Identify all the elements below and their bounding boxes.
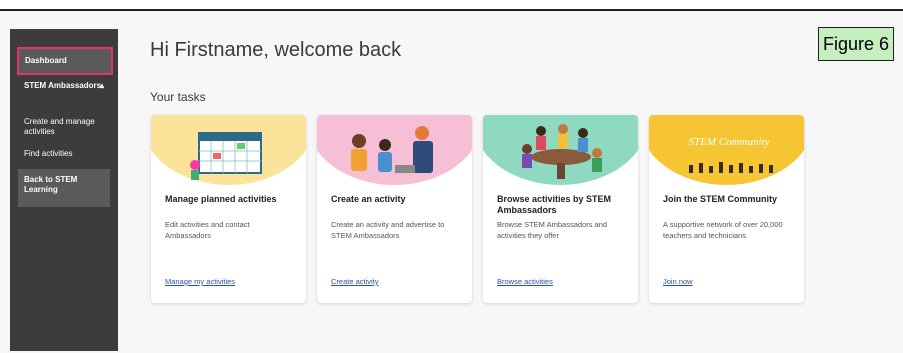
card-title: Manage planned activities	[165, 194, 277, 204]
card-illustration	[317, 115, 472, 185]
join-now-link[interactable]: Join now	[663, 277, 693, 286]
card-description: Create an activity and advertise to STEM…	[331, 220, 445, 240]
card-description: Edit activities and contact Ambassadors	[165, 220, 250, 240]
card-illustration	[483, 115, 638, 185]
sidebar-item-label: STEM Ambassadors	[24, 81, 102, 90]
card-title: Join the STEM Community	[663, 194, 778, 204]
sidebar-item-find-activities[interactable]: Find activities	[18, 149, 110, 159]
sidebar-item-label: Back to STEM Learning	[24, 175, 78, 194]
community-logo-text: STEM Community	[689, 136, 770, 148]
chevron-up-icon: ▴	[99, 81, 104, 90]
card-title: Browse activities by STEM Ambassadors	[497, 194, 612, 215]
task-card-manage[interactable]: Manage planned activities Edit activitie…	[151, 115, 306, 303]
create-activity-link[interactable]: Create activity	[331, 277, 379, 286]
sidebar-item-back-to-stem[interactable]: Back to STEM Learning	[18, 169, 110, 207]
sidebar-item-label: Find activities	[24, 149, 73, 158]
sidebar: Dashboard STEM Ambassadors ▴ Create and …	[10, 29, 118, 351]
task-card-create[interactable]: Create an activity Create an activity an…	[317, 115, 472, 303]
sidebar-item-label: Create and manage activities	[24, 117, 95, 136]
card-illustration	[151, 115, 306, 185]
task-card-browse[interactable]: Browse activities by STEM Ambassadors Br…	[483, 115, 638, 303]
sidebar-item-create-manage[interactable]: Create and manage activities	[18, 117, 110, 137]
card-title: Create an activity	[331, 194, 406, 204]
card-description: Browse STEM Ambassadors and activities t…	[497, 220, 608, 240]
page-title: Hi Firstname, welcome back	[150, 39, 402, 61]
sidebar-item-stem-ambassadors[interactable]: STEM Ambassadors ▴	[18, 81, 110, 91]
group-table-illustration	[522, 124, 602, 179]
calendar-illustration	[190, 132, 262, 180]
manage-activities-link[interactable]: Manage my activities	[165, 277, 235, 286]
browse-activities-link[interactable]: Browse activities	[497, 277, 553, 286]
sidebar-item-label: Dashboard	[25, 56, 67, 65]
community-logo-illustration: STEM Community	[689, 136, 773, 173]
card-illustration: STEM Community	[649, 115, 804, 185]
task-card-community[interactable]: STEM Community Join the STEM Community A…	[649, 115, 804, 303]
tasks-heading: Your tasks	[150, 90, 206, 104]
sidebar-item-dashboard[interactable]: Dashboard	[17, 47, 113, 75]
people-illustration	[351, 126, 433, 173]
card-description: A supportive network of over 20,000 teac…	[663, 220, 783, 240]
figure-label: Figure 6	[818, 27, 894, 61]
